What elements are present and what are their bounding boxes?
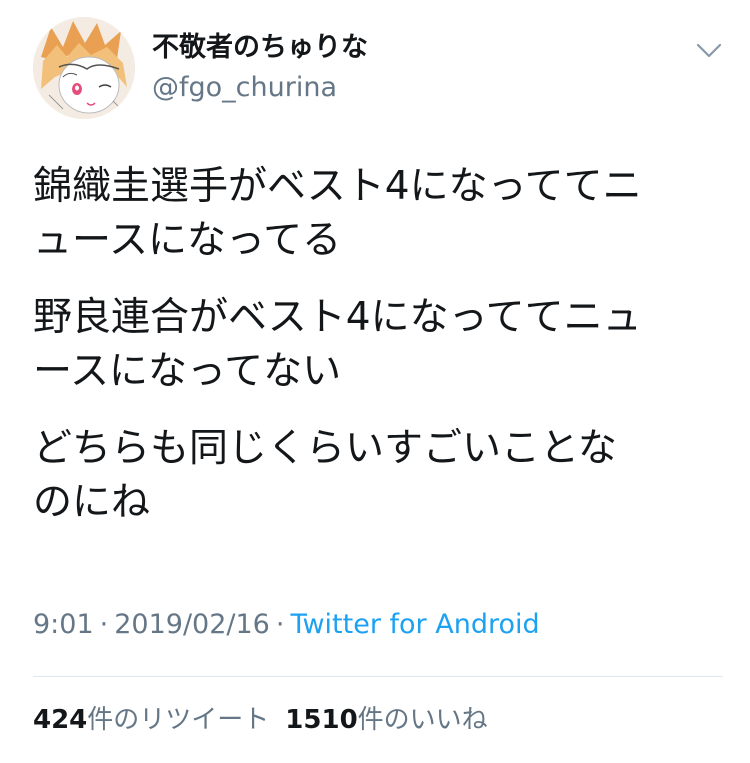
tweet-date[interactable]: 2019/02/16 <box>114 609 270 640</box>
likes-count: 1510 <box>285 705 358 735</box>
tweet-paragraph-2: 野良連合がベスト4になっててニュ ースになってない <box>33 295 642 394</box>
meta-separator: · <box>275 609 285 640</box>
chevron-down-icon[interactable] <box>694 38 724 62</box>
tweet-meta: 9:01 · 2019/02/16 · Twitter for Android <box>33 605 540 645</box>
tweet-paragraph-1: 錦織圭選手がベスト4になっててニ ュースになってる <box>33 164 642 263</box>
meta-separator: · <box>99 609 109 640</box>
retweets-stat[interactable]: 424件のリツイート <box>33 705 269 735</box>
user-handle[interactable]: @fgo_churina <box>152 70 337 106</box>
engagement-stats: 424件のリツイート 1510件のいいね <box>33 700 488 740</box>
likes-label: 件のいいね <box>357 705 488 735</box>
likes-stat[interactable]: 1510件のいいね <box>285 705 487 735</box>
avatar[interactable] <box>33 17 135 119</box>
retweets-label: 件のリツイート <box>87 705 270 735</box>
divider <box>33 676 723 677</box>
retweets-count: 424 <box>33 705 88 735</box>
client-link[interactable]: Twitter for Android <box>290 609 539 640</box>
anime-girl-avatar-icon <box>33 17 135 119</box>
display-name[interactable]: 不敬者のちゅりな <box>152 30 368 66</box>
tweet-text: 錦織圭選手がベスト4になっててニ ュースになってる 野良連合がベスト4になってて… <box>33 160 723 553</box>
tweet-paragraph-3: どちらも同じくらいすごいことな のにね <box>33 426 617 525</box>
tweet-time[interactable]: 9:01 <box>33 609 94 640</box>
